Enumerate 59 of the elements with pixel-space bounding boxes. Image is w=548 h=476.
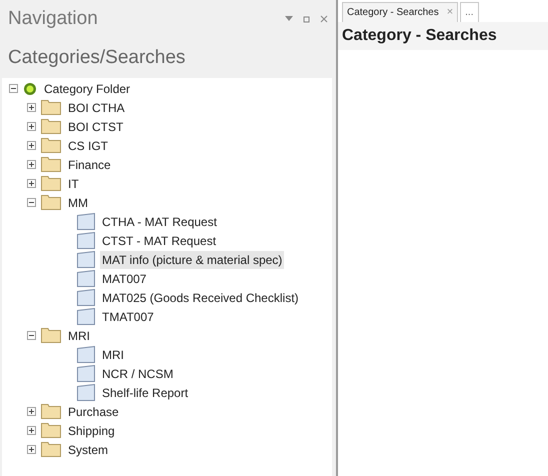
document-icon	[77, 251, 95, 268]
document-icon	[77, 213, 95, 230]
tree-item[interactable]: MAT info (picture & material spec)	[100, 250, 284, 268]
expand-toggle[interactable]	[27, 445, 36, 454]
tree-item[interactable]: Purchase	[66, 402, 121, 420]
tree-item[interactable]: Category Folder	[42, 80, 132, 98]
folder-icon	[41, 423, 61, 438]
folder-icon	[41, 100, 61, 115]
tree-item[interactable]: MRI	[100, 346, 126, 364]
tree-item[interactable]: BOI CTST	[66, 118, 126, 136]
expand-toggle[interactable]	[27, 407, 36, 416]
tree-item[interactable]: BOI CTHA	[66, 98, 127, 116]
folder-icon	[41, 442, 61, 457]
tree-item[interactable]: MAT007	[100, 270, 148, 288]
document-icon	[77, 270, 95, 287]
section-title: Categories/Searches	[8, 46, 186, 70]
expand-toggle[interactable]	[27, 122, 36, 131]
page-heading: Category - Searches	[342, 26, 497, 46]
folder-icon	[41, 157, 61, 172]
tree-item[interactable]: IT	[66, 174, 81, 192]
document-icon	[77, 384, 95, 401]
tree-item[interactable]: Finance	[66, 156, 113, 174]
tree-item[interactable]: CTHA - MAT Request	[100, 212, 219, 230]
collapse-toggle[interactable]	[27, 331, 36, 340]
pin-icon[interactable]	[303, 16, 310, 22]
tree-item[interactable]: CTST - MAT Request	[100, 232, 218, 250]
document-icon	[77, 232, 95, 249]
circle-icon	[23, 82, 37, 96]
tree-item[interactable]: MAT025 (Goods Received Checklist)	[100, 288, 301, 306]
tab[interactable]: Category - Searches ×	[342, 2, 458, 22]
tree-item[interactable]: MM	[66, 194, 90, 212]
tree-item[interactable]: TMAT007	[100, 308, 156, 326]
folder-icon	[41, 119, 61, 134]
tree-item[interactable]: System	[66, 440, 110, 458]
tree-item[interactable]: MRI	[66, 326, 92, 344]
document-icon	[77, 289, 95, 306]
tree-item[interactable]: NCR / NCSM	[100, 364, 176, 382]
tab[interactable]: ...	[460, 2, 478, 22]
folder-icon	[41, 404, 61, 419]
expand-toggle[interactable]	[27, 426, 36, 435]
dropdown-icon[interactable]	[285, 16, 293, 22]
folder-icon	[41, 138, 61, 153]
tree-item[interactable]: Shipping	[66, 422, 117, 440]
tree-item[interactable]: Shelf-life Report	[100, 384, 190, 402]
folder-icon	[41, 195, 61, 210]
panel-title: Navigation	[8, 6, 98, 31]
document-icon	[77, 365, 95, 382]
tree-item[interactable]: CS IGT	[66, 136, 110, 154]
folder-icon	[41, 328, 61, 343]
collapse-toggle[interactable]	[27, 198, 36, 207]
document-icon	[77, 308, 95, 325]
expand-toggle[interactable]	[27, 179, 36, 188]
expand-toggle[interactable]	[27, 103, 36, 112]
folder-icon	[41, 176, 61, 191]
document-icon	[77, 346, 95, 363]
expand-toggle[interactable]	[27, 141, 36, 150]
expand-toggle[interactable]	[27, 160, 36, 169]
collapse-toggle[interactable]	[9, 84, 18, 93]
close-icon[interactable]	[320, 15, 328, 23]
